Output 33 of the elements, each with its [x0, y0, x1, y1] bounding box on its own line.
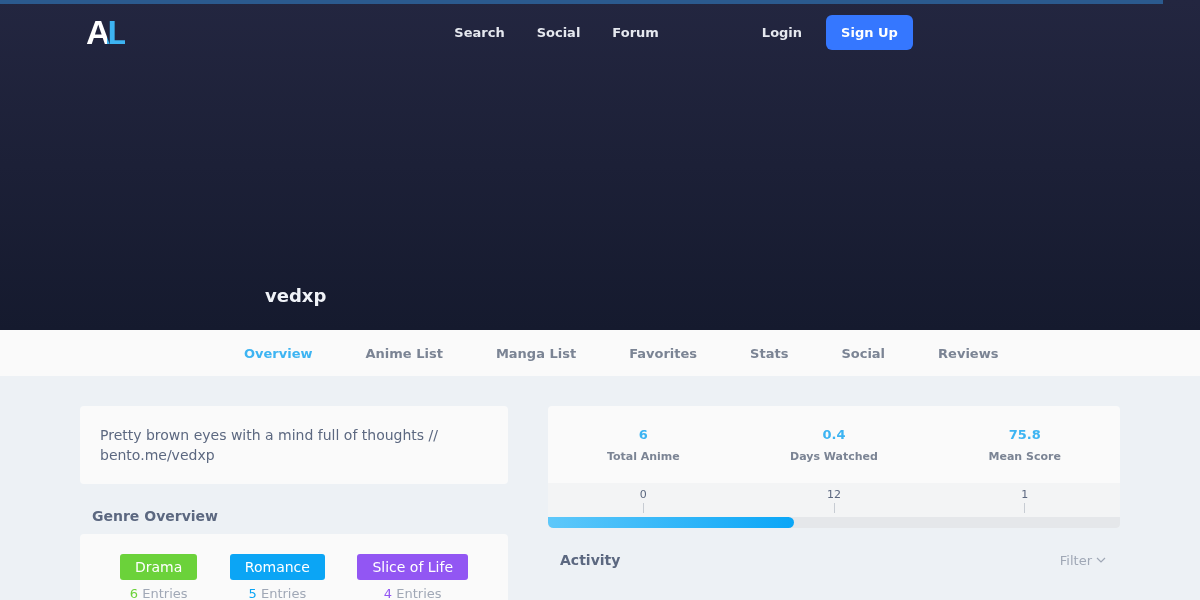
genre-tag[interactable]: Romance — [229, 554, 325, 580]
stat-value: 75.8 — [1008, 426, 1041, 442]
profile-tab[interactable]: Favorites — [629, 345, 698, 361]
nav-link[interactable]: Search — [454, 24, 505, 40]
tick-label: 0 — [639, 488, 647, 501]
stat-value: 0.4 — [822, 426, 846, 442]
profile-tab[interactable]: Anime List — [365, 345, 443, 361]
nav-link[interactable]: Forum — [612, 24, 659, 40]
section-title: Genre Overview — [92, 508, 219, 524]
genre-tag[interactable]: Slice of Life — [357, 554, 468, 580]
tick-label: 1 — [1021, 488, 1029, 501]
chevron-icon — [1096, 557, 1106, 563]
username: vedxp — [265, 285, 328, 306]
stat-label: Mean Score — [988, 449, 1061, 463]
nav-link[interactable]: Social — [536, 24, 581, 40]
filter-dropdown[interactable]: Filter — [1059, 552, 1106, 568]
stat-label: Days Watched — [790, 449, 878, 463]
tick-label: 12 — [827, 488, 841, 501]
login-link[interactable]: Login — [761, 24, 803, 40]
profile-tab[interactable]: Overview — [244, 345, 313, 361]
bio-text: Pretty brown eyes with a mind full of thoughts // bento.me/vedxp — [80, 406, 508, 484]
profile-tab[interactable]: Manga List — [495, 345, 577, 361]
profile-tab[interactable]: Reviews — [938, 345, 999, 361]
genre-count: 4 Entries — [383, 586, 442, 600]
genre-tag[interactable]: Drama — [120, 554, 198, 580]
profile-tab[interactable]: Social — [841, 345, 886, 361]
stat-value: 6 — [638, 426, 648, 442]
section-title: Activity — [560, 552, 621, 568]
signup-button[interactable]: Sign Up — [826, 14, 913, 50]
genre-count: 6 Entries — [129, 586, 188, 600]
stat-label: Total Anime — [606, 449, 680, 463]
profile-tab[interactable]: Stats — [750, 345, 789, 361]
genre-count: 5 Entries — [248, 586, 307, 600]
